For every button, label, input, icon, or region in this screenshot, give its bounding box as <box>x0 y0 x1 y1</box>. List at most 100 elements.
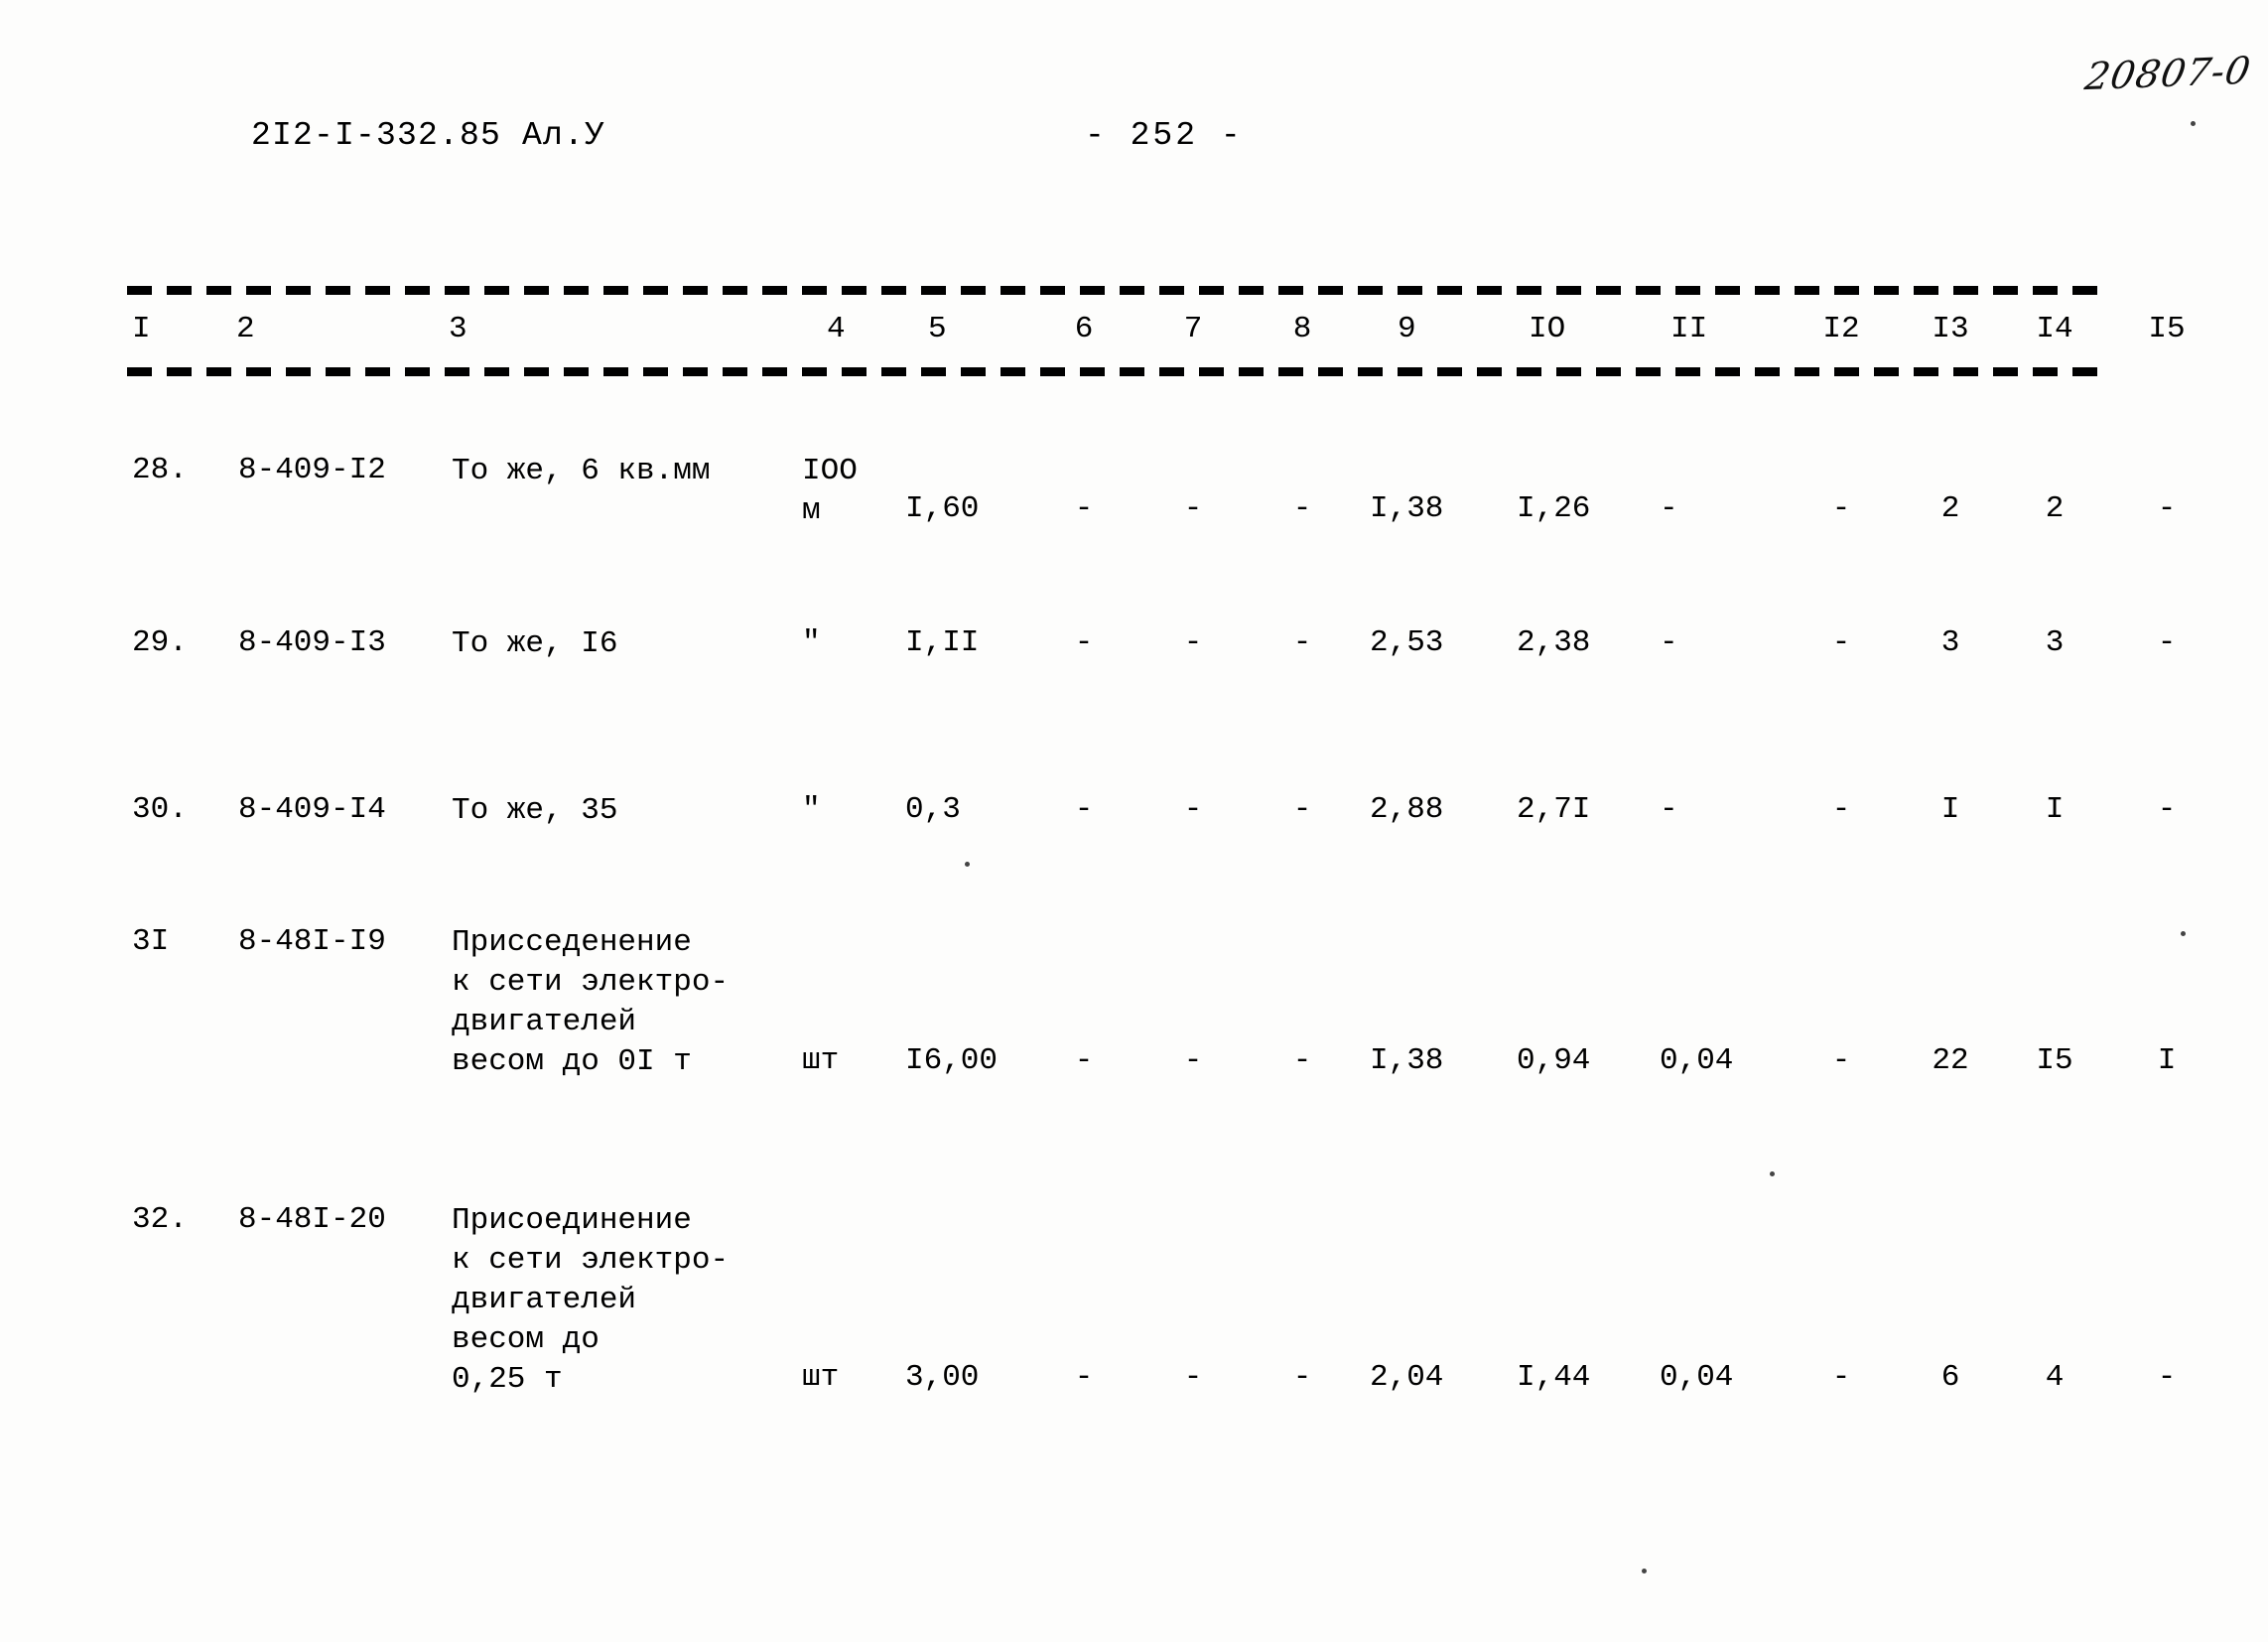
value-col-13: I <box>1940 792 1960 827</box>
column-header-3: 3 <box>449 312 467 346</box>
value-col-8: - <box>1292 1360 1312 1395</box>
value-col-6: - <box>1074 625 1094 660</box>
column-header-11: II <box>1670 312 1708 346</box>
value-col-7: - <box>1183 792 1203 827</box>
unit-of-measure: IOO м <box>802 454 858 528</box>
column-header-15: I5 <box>2148 312 2186 346</box>
work-description: То же, I6 <box>452 626 618 661</box>
work-description: То же, 6 кв.мм <box>452 454 711 488</box>
value-col-5: I6,00 <box>905 1043 999 1078</box>
unit-of-measure: шт <box>802 1360 840 1395</box>
row-number: 29. <box>132 625 188 660</box>
value-col-6: - <box>1074 491 1094 526</box>
unit-of-measure: шт <box>802 1043 840 1078</box>
scan-speckle <box>965 862 970 867</box>
value-col-10: 2,7I <box>1517 792 1591 827</box>
value-col-13: 6 <box>1940 1360 1960 1395</box>
column-header-7: 7 <box>1183 312 1203 346</box>
value-col-7: - <box>1183 1043 1203 1078</box>
scan-speckle <box>2191 121 2196 126</box>
value-col-14: I5 <box>2036 1043 2073 1078</box>
value-col-13: 2 <box>1940 491 1960 526</box>
value-col-7: - <box>1183 491 1203 526</box>
value-col-15: I <box>2157 1043 2177 1078</box>
value-col-9: I,38 <box>1370 1043 1444 1078</box>
table-rule-bottom <box>127 367 2112 376</box>
row-number: 3I <box>132 924 170 959</box>
value-col-5: I,60 <box>905 491 980 526</box>
row-number: 30. <box>132 792 188 827</box>
column-header-14: I4 <box>2036 312 2073 346</box>
column-header-12: I2 <box>1822 312 1860 346</box>
norm-code: 8-409-I3 <box>238 625 386 660</box>
value-col-12: - <box>1831 1043 1851 1078</box>
unit-of-measure: " <box>802 625 821 660</box>
value-col-11: - <box>1660 792 1678 827</box>
value-col-11: - <box>1660 491 1678 526</box>
document-header: 2I2-I-332.85 Ал.У - 252 - <box>0 117 2268 163</box>
value-col-14: 2 <box>2045 491 2065 526</box>
value-col-8: - <box>1292 491 1312 526</box>
value-col-14: I <box>2045 792 2065 827</box>
value-col-6: - <box>1074 1360 1094 1395</box>
row-number: 28. <box>132 453 188 487</box>
table-rule-top <box>127 286 2112 295</box>
value-col-9: I,38 <box>1370 491 1444 526</box>
column-header-2: 2 <box>236 312 255 346</box>
value-col-14: 4 <box>2045 1360 2065 1395</box>
scan-speckle <box>2181 931 2186 936</box>
value-col-9: 2,04 <box>1370 1360 1444 1395</box>
norm-code: 8-48I-20 <box>238 1202 386 1237</box>
value-col-11: 0,04 <box>1660 1360 1734 1395</box>
value-col-12: - <box>1831 491 1851 526</box>
value-col-15: - <box>2157 491 2177 526</box>
column-header-10: IO <box>1529 312 1566 346</box>
value-col-8: - <box>1292 1043 1312 1078</box>
norm-code: 8-48I-I9 <box>238 924 386 959</box>
norm-code: 8-409-I4 <box>238 792 386 827</box>
value-col-12: - <box>1831 1360 1851 1395</box>
value-col-12: - <box>1831 625 1851 660</box>
scan-speckle <box>1770 1171 1775 1176</box>
value-col-9: 2,88 <box>1370 792 1444 827</box>
value-col-6: - <box>1074 1043 1094 1078</box>
value-col-15: - <box>2157 625 2177 660</box>
column-header-1: I <box>132 312 151 346</box>
value-col-9: 2,53 <box>1370 625 1444 660</box>
value-col-10: I,44 <box>1517 1360 1591 1395</box>
value-col-5: 3,00 <box>905 1360 980 1395</box>
value-col-5: 0,3 <box>905 792 961 827</box>
column-header-4: 4 <box>827 312 846 346</box>
column-header-9: 9 <box>1398 312 1416 346</box>
unit-of-measure: " <box>802 792 821 827</box>
value-col-10: 2,38 <box>1517 625 1591 660</box>
value-col-14: 3 <box>2045 625 2065 660</box>
document-code: 2I2-I-332.85 Ал.У <box>251 117 606 154</box>
value-col-11: 0,04 <box>1660 1043 1734 1078</box>
value-col-8: - <box>1292 792 1312 827</box>
column-header-5: 5 <box>928 312 947 346</box>
value-col-13: 3 <box>1940 625 1960 660</box>
value-col-7: - <box>1183 625 1203 660</box>
value-col-8: - <box>1292 625 1312 660</box>
work-description: Присоединение к сети электро- двигателей… <box>452 1203 730 1397</box>
value-col-10: I,26 <box>1517 491 1591 526</box>
row-number: 32. <box>132 1202 188 1237</box>
scan-speckle <box>1642 1569 1647 1574</box>
value-col-13: 22 <box>1932 1043 1969 1078</box>
page-number: - 252 - <box>1085 117 1244 154</box>
column-header-6: 6 <box>1074 312 1094 346</box>
column-header-8: 8 <box>1292 312 1312 346</box>
value-col-7: - <box>1183 1360 1203 1395</box>
value-col-15: - <box>2157 792 2177 827</box>
value-col-5: I,II <box>905 625 980 660</box>
value-col-10: 0,94 <box>1517 1043 1591 1078</box>
document-page: 20807-0 2I2-I-332.85 Ал.У - 252 - I 2 3 … <box>0 0 2268 1642</box>
handwritten-archive-number: 20807-0 <box>2081 48 2255 99</box>
work-description: То же, 35 <box>452 793 618 828</box>
work-description: Присседенение к сети электро- двигателей… <box>452 925 730 1079</box>
value-col-11: - <box>1660 625 1678 660</box>
value-col-12: - <box>1831 792 1851 827</box>
value-col-15: - <box>2157 1360 2177 1395</box>
norm-code: 8-409-I2 <box>238 453 386 487</box>
